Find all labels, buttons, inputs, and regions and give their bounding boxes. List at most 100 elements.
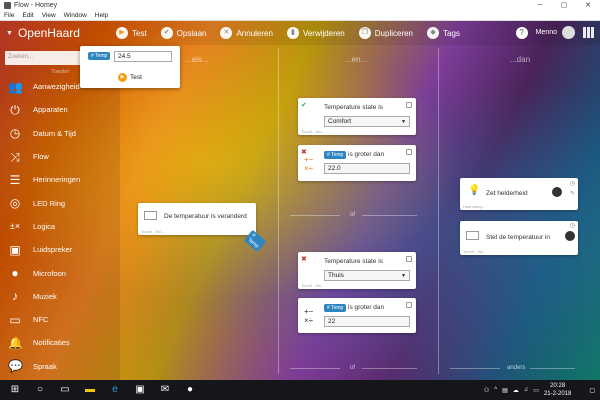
volume-icon[interactable]: ♫ bbox=[524, 387, 529, 393]
sidebar-item-microfoon[interactable]: ● Microfoon bbox=[0, 261, 120, 284]
trigger-card[interactable]: De temperatuur is veranderd Toon8 - Wo..… bbox=[138, 203, 267, 253]
timer-icon[interactable]: ◷ bbox=[570, 222, 575, 229]
run-icon[interactable] bbox=[565, 231, 575, 241]
sidebar-item-luidspreker[interactable]: ▣ Luidspreker bbox=[0, 238, 120, 261]
condition-title: Temperature state is bbox=[324, 258, 383, 265]
condition-select[interactable]: Comfort ▼ bbox=[324, 116, 410, 127]
chevron-down-icon: ▼ bbox=[401, 273, 406, 279]
action-title: Zet helderheid bbox=[486, 190, 528, 197]
condition-select[interactable]: Thuis ▼ bbox=[324, 270, 410, 281]
tag-icon: ◆ bbox=[427, 27, 440, 39]
sidebar-item-label: Aanwezigheid bbox=[33, 82, 80, 92]
window-title: Flow - Homey bbox=[14, 2, 58, 9]
mail-icon[interactable]: ✉ bbox=[159, 384, 171, 396]
grid-icon[interactable] bbox=[583, 27, 594, 38]
sidebar-item-label: Flow bbox=[33, 152, 49, 162]
sidebar-item-logica[interactable]: ±× Logica bbox=[0, 215, 120, 238]
popup-test-button[interactable]: ▶ Test bbox=[118, 73, 142, 82]
home-selector[interactable]: ▼ OpenHaard bbox=[6, 26, 116, 40]
action-card[interactable]: 💡 Zet helderheid ◷ ✎ Haardlamp... bbox=[460, 178, 578, 210]
condition-value-input[interactable]: 22.0 bbox=[324, 163, 410, 174]
invert-checkbox[interactable] bbox=[406, 149, 412, 155]
test-value-input[interactable]: 24.5 bbox=[114, 51, 172, 62]
invert-checkbox[interactable] bbox=[406, 256, 412, 262]
test-button[interactable]: ▶ Test bbox=[116, 27, 147, 39]
bell-icon: 🔔 bbox=[8, 335, 23, 350]
chevron-up-icon[interactable]: ^ bbox=[494, 387, 497, 393]
edit-icon[interactable]: ✎ bbox=[570, 190, 575, 197]
duplicate-button[interactable]: ❐ Dupliceren bbox=[358, 27, 414, 39]
sidebar-item-herinneringen[interactable]: ☰ Herinneringen bbox=[0, 168, 120, 191]
action-title: Stel de temperatuur in bbox=[486, 234, 550, 241]
menu-edit[interactable]: Edit bbox=[22, 12, 33, 19]
invert-checkbox[interactable] bbox=[406, 302, 412, 308]
store-icon[interactable]: ▣ bbox=[134, 384, 146, 396]
action-card[interactable]: Stel de temperatuur in ◷ Toon8 - Wo... bbox=[460, 221, 578, 255]
sidebar: Zoeken... Toestel 👥 Aanwezigheid ⏻ Apparat… bbox=[0, 45, 120, 380]
or-divider-line bbox=[362, 215, 417, 216]
menu-help[interactable]: Help bbox=[95, 12, 108, 19]
task-view-icon[interactable]: ▭ bbox=[59, 384, 71, 396]
menu-view[interactable]: View bbox=[42, 12, 56, 19]
or-divider-line bbox=[450, 368, 500, 369]
battery-icon[interactable]: ▭ bbox=[533, 387, 539, 394]
sidebar-item-label: NFC bbox=[33, 315, 49, 325]
minimize-button[interactable]: ─ bbox=[528, 0, 552, 11]
sidebar-item-nfc[interactable]: ▭ NFC bbox=[0, 308, 120, 331]
windows-start-icon[interactable]: ⊞ bbox=[9, 384, 21, 396]
save-button[interactable]: ✔ Opslaan bbox=[160, 27, 206, 39]
sidebar-item-apparaten[interactable]: ⏻ Apparaten bbox=[0, 98, 120, 121]
cloud-icon[interactable]: ☁ bbox=[513, 387, 519, 394]
sidebar-item-led-ring[interactable]: ◎ LED Ring bbox=[0, 191, 120, 214]
search-icon[interactable]: ○ bbox=[34, 384, 46, 396]
cancel-button[interactable]: ✕ Annuleren bbox=[220, 27, 273, 39]
menu-file[interactable]: File bbox=[4, 12, 14, 19]
column-then-header: ...dan bbox=[510, 55, 531, 64]
condition-card[interactable]: ✖ +− ×÷ # Temp is groter dan 22.0 bbox=[298, 145, 416, 181]
invert-checkbox[interactable] bbox=[406, 102, 412, 108]
condition-card[interactable]: ✖ Temperature state is Thuis ▼ Toon8 - Wo… bbox=[298, 252, 416, 289]
tag-temp: # Temp bbox=[324, 151, 347, 159]
condition-card[interactable]: ✔ Temperature state is Comfort ▼ Toon8 - … bbox=[298, 98, 416, 135]
or-label-bottom: of bbox=[350, 365, 356, 371]
app-header: ▼ OpenHaard ▶ Test ✔ Opslaan ✕ Annuleren ▮ V… bbox=[0, 21, 600, 45]
run-icon[interactable] bbox=[552, 187, 562, 197]
notifications-icon[interactable]: ▢ bbox=[589, 387, 595, 394]
sidebar-item-spraak[interactable]: 💬 Spraak bbox=[0, 355, 120, 378]
sidebar-item-label: Apparaten bbox=[33, 105, 68, 115]
duplicate-label: Dupliceren bbox=[374, 28, 414, 38]
condition-value-input[interactable]: 22 bbox=[324, 316, 410, 327]
file-explorer-icon[interactable]: ▬ bbox=[84, 384, 96, 396]
nfc-icon: ▭ bbox=[9, 312, 21, 327]
edge-icon[interactable]: e bbox=[109, 384, 121, 396]
condition-title: is groter dan bbox=[348, 151, 385, 158]
menu-window[interactable]: Window bbox=[64, 12, 87, 19]
clock-time: 20:28 bbox=[550, 383, 566, 389]
sidebar-item-notificaties[interactable]: 🔔 Notificaties bbox=[0, 331, 120, 354]
clock[interactable]: 20:28 21-2-2018 bbox=[544, 382, 571, 398]
trash-icon: ▮ bbox=[286, 27, 299, 39]
maximize-button[interactable]: ▢ bbox=[552, 0, 576, 11]
else-label: anders bbox=[507, 365, 526, 371]
close-button[interactable]: ✕ bbox=[576, 0, 600, 11]
sidebar-item-datum-tijd[interactable]: ◷ Datum & Tijd bbox=[0, 122, 120, 145]
network-icon[interactable]: ▤ bbox=[502, 387, 508, 394]
avatar[interactable] bbox=[562, 26, 575, 39]
test-popup: # Temp 24.5 ▶ Test bbox=[80, 46, 180, 88]
condition-footer: Toon8 - Wo... bbox=[301, 129, 325, 134]
timer-icon[interactable]: ◷ bbox=[570, 180, 575, 187]
user-name[interactable]: Menno bbox=[536, 29, 557, 36]
math-icon: +− ×÷ bbox=[304, 307, 314, 325]
people-icon[interactable]: ⚇ bbox=[484, 387, 489, 394]
thermostat-icon bbox=[144, 211, 157, 220]
music-icon: ♪ bbox=[12, 289, 18, 304]
sidebar-item-muziek[interactable]: ♪ Muziek bbox=[0, 285, 120, 308]
help-icon[interactable]: ? bbox=[515, 26, 528, 39]
sidebar-item-flow[interactable]: ⤨ Flow bbox=[0, 145, 120, 168]
tag-temp: # Temp bbox=[324, 304, 347, 312]
homey-app-icon[interactable]: ● bbox=[184, 384, 196, 396]
condition-card[interactable]: +− ×÷ # Temp is groter dan 22 bbox=[298, 298, 416, 333]
delete-button[interactable]: ▮ Verwijderen bbox=[286, 27, 345, 39]
taskbar: ⊞ ○ ▭ ▬ e ▣ ✉ ● ⚇ ^ ▤ ☁ ♫ ▭ 20:28 21-2-2… bbox=[0, 380, 600, 400]
tags-button[interactable]: ◆ Tags bbox=[427, 27, 460, 39]
